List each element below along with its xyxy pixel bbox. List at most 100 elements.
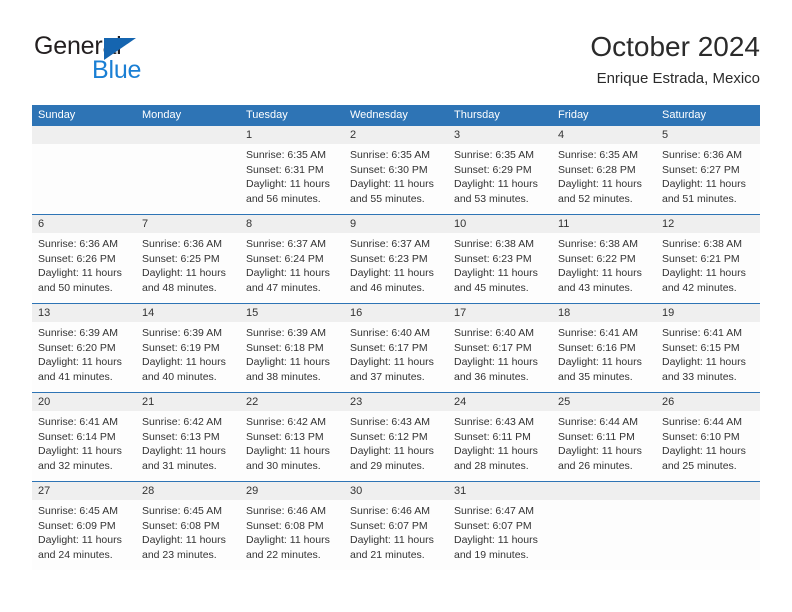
day-cell[interactable]: 3 Sunrise: 6:35 AM Sunset: 6:29 PM Dayli… <box>448 126 552 214</box>
sunrise-text: Sunrise: 6:41 AM <box>558 327 638 339</box>
daylight-text-line1: Daylight: 11 hours <box>454 356 538 369</box>
weekday-header-saturday: Saturday <box>662 109 707 121</box>
day-number: 12 <box>656 215 760 233</box>
sunrise-text: Sunrise: 6:41 AM <box>662 327 742 339</box>
sunset-text: Sunset: 6:08 PM <box>142 519 220 532</box>
day-cell[interactable]: 15 Sunrise: 6:39 AM Sunset: 6:18 PM Dayl… <box>240 304 344 392</box>
weekday-header-thursday: Thursday <box>454 109 500 121</box>
day-cell[interactable]: 30 Sunrise: 6:46 AM Sunset: 6:07 PM Dayl… <box>344 482 448 570</box>
day-number: 25 <box>552 393 656 411</box>
day-cell[interactable]: 14 Sunrise: 6:39 AM Sunset: 6:19 PM Dayl… <box>136 304 240 392</box>
sunrise-text: Sunrise: 6:38 AM <box>662 238 742 250</box>
day-info: Sunrise: 6:42 AM Sunset: 6:13 PM Dayligh… <box>136 411 240 473</box>
day-number: 3 <box>448 126 552 144</box>
day-cell[interactable]: 5 Sunrise: 6:36 AM Sunset: 6:27 PM Dayli… <box>656 126 760 214</box>
day-cell[interactable]: 16 Sunrise: 6:40 AM Sunset: 6:17 PM Dayl… <box>344 304 448 392</box>
sunset-text: Sunset: 6:11 PM <box>454 430 531 443</box>
sunset-text: Sunset: 6:23 PM <box>454 252 532 265</box>
day-cell[interactable]: 27 Sunrise: 6:45 AM Sunset: 6:09 PM Dayl… <box>32 482 136 570</box>
day-info: Sunrise: 6:46 AM Sunset: 6:07 PM Dayligh… <box>344 500 448 562</box>
day-cell[interactable] <box>552 482 656 570</box>
daylight-text-line1: Daylight: 11 hours <box>38 356 122 369</box>
day-info: Sunrise: 6:42 AM Sunset: 6:13 PM Dayligh… <box>240 411 344 473</box>
daylight-text-line1: Daylight: 11 hours <box>454 267 538 280</box>
day-info: Sunrise: 6:45 AM Sunset: 6:09 PM Dayligh… <box>32 500 136 562</box>
day-cell[interactable]: 20 Sunrise: 6:41 AM Sunset: 6:14 PM Dayl… <box>32 393 136 481</box>
day-info: Sunrise: 6:36 AM Sunset: 6:25 PM Dayligh… <box>136 233 240 295</box>
day-cell[interactable]: 17 Sunrise: 6:40 AM Sunset: 6:17 PM Dayl… <box>448 304 552 392</box>
day-number: 22 <box>240 393 344 411</box>
day-number: 16 <box>344 304 448 322</box>
day-cell[interactable]: 31 Sunrise: 6:47 AM Sunset: 6:07 PM Dayl… <box>448 482 552 570</box>
weekday-header-tuesday: Tuesday <box>246 109 288 121</box>
day-cell[interactable]: 28 Sunrise: 6:45 AM Sunset: 6:08 PM Dayl… <box>136 482 240 570</box>
day-number: 29 <box>240 482 344 500</box>
sunrise-text: Sunrise: 6:43 AM <box>454 416 534 428</box>
calendar-page: General Blue October 2024 Enrique Estrad… <box>0 0 792 612</box>
sunset-text: Sunset: 6:08 PM <box>246 519 324 532</box>
sunset-text: Sunset: 6:17 PM <box>350 341 428 354</box>
daylight-text-line1: Daylight: 11 hours <box>246 356 330 369</box>
day-number: 13 <box>32 304 136 322</box>
day-cell[interactable]: 4 Sunrise: 6:35 AM Sunset: 6:28 PM Dayli… <box>552 126 656 214</box>
sunrise-text: Sunrise: 6:41 AM <box>38 416 118 428</box>
week-row: 6 Sunrise: 6:36 AM Sunset: 6:26 PM Dayli… <box>32 214 760 303</box>
day-cell[interactable]: 13 Sunrise: 6:39 AM Sunset: 6:20 PM Dayl… <box>32 304 136 392</box>
day-number: 23 <box>344 393 448 411</box>
day-cell[interactable]: 8 Sunrise: 6:37 AM Sunset: 6:24 PM Dayli… <box>240 215 344 303</box>
day-cell[interactable]: 26 Sunrise: 6:44 AM Sunset: 6:10 PM Dayl… <box>656 393 760 481</box>
day-number: 6 <box>32 215 136 233</box>
general-blue-logo[interactable]: General Blue <box>32 32 262 94</box>
day-cell[interactable]: 9 Sunrise: 6:37 AM Sunset: 6:23 PM Dayli… <box>344 215 448 303</box>
daylight-text-line2: and 38 minutes. <box>246 370 321 383</box>
day-cell[interactable]: 19 Sunrise: 6:41 AM Sunset: 6:15 PM Dayl… <box>656 304 760 392</box>
daylight-text-line1: Daylight: 11 hours <box>662 178 746 191</box>
day-number <box>136 126 240 144</box>
day-cell[interactable]: 6 Sunrise: 6:36 AM Sunset: 6:26 PM Dayli… <box>32 215 136 303</box>
day-cell[interactable] <box>136 126 240 214</box>
daylight-text-line2: and 23 minutes. <box>142 548 217 561</box>
day-cell[interactable] <box>32 126 136 214</box>
day-cell[interactable]: 11 Sunrise: 6:38 AM Sunset: 6:22 PM Dayl… <box>552 215 656 303</box>
sunrise-text: Sunrise: 6:37 AM <box>350 238 430 250</box>
sunset-text: Sunset: 6:20 PM <box>38 341 116 354</box>
day-cell[interactable]: 23 Sunrise: 6:43 AM Sunset: 6:12 PM Dayl… <box>344 393 448 481</box>
day-number: 7 <box>136 215 240 233</box>
daylight-text-line1: Daylight: 11 hours <box>350 445 434 458</box>
page-header: General Blue October 2024 Enrique Estrad… <box>32 30 760 98</box>
day-cell[interactable]: 2 Sunrise: 6:35 AM Sunset: 6:30 PM Dayli… <box>344 126 448 214</box>
sunrise-text: Sunrise: 6:46 AM <box>246 505 326 517</box>
day-cell[interactable]: 29 Sunrise: 6:46 AM Sunset: 6:08 PM Dayl… <box>240 482 344 570</box>
day-info: Sunrise: 6:36 AM Sunset: 6:26 PM Dayligh… <box>32 233 136 295</box>
day-cell[interactable]: 7 Sunrise: 6:36 AM Sunset: 6:25 PM Dayli… <box>136 215 240 303</box>
day-cell[interactable] <box>656 482 760 570</box>
day-info: Sunrise: 6:37 AM Sunset: 6:23 PM Dayligh… <box>344 233 448 295</box>
daylight-text-line2: and 19 minutes. <box>454 548 529 561</box>
day-cell[interactable]: 25 Sunrise: 6:44 AM Sunset: 6:11 PM Dayl… <box>552 393 656 481</box>
daylight-text-line1: Daylight: 11 hours <box>454 445 538 458</box>
day-cell[interactable]: 1 Sunrise: 6:35 AM Sunset: 6:31 PM Dayli… <box>240 126 344 214</box>
sunrise-text: Sunrise: 6:40 AM <box>350 327 430 339</box>
daylight-text-line2: and 25 minutes. <box>662 459 737 472</box>
sunset-text: Sunset: 6:26 PM <box>38 252 116 265</box>
day-number: 10 <box>448 215 552 233</box>
day-cell[interactable]: 12 Sunrise: 6:38 AM Sunset: 6:21 PM Dayl… <box>656 215 760 303</box>
day-number <box>656 482 760 500</box>
sunset-text: Sunset: 6:27 PM <box>662 163 740 176</box>
daylight-text-line1: Daylight: 11 hours <box>350 356 434 369</box>
daylight-text-line2: and 41 minutes. <box>38 370 113 383</box>
daylight-text-line2: and 40 minutes. <box>142 370 217 383</box>
day-number: 31 <box>448 482 552 500</box>
day-cell[interactable]: 18 Sunrise: 6:41 AM Sunset: 6:16 PM Dayl… <box>552 304 656 392</box>
day-info: Sunrise: 6:44 AM Sunset: 6:11 PM Dayligh… <box>552 411 656 473</box>
sunset-text: Sunset: 6:14 PM <box>38 430 116 443</box>
daylight-text-line2: and 26 minutes. <box>558 459 633 472</box>
day-cell[interactable]: 24 Sunrise: 6:43 AM Sunset: 6:11 PM Dayl… <box>448 393 552 481</box>
sunrise-text: Sunrise: 6:45 AM <box>142 505 222 517</box>
sunrise-text: Sunrise: 6:39 AM <box>142 327 222 339</box>
daylight-text-line1: Daylight: 11 hours <box>662 267 746 280</box>
day-info: Sunrise: 6:36 AM Sunset: 6:27 PM Dayligh… <box>656 144 760 206</box>
day-cell[interactable]: 10 Sunrise: 6:38 AM Sunset: 6:23 PM Dayl… <box>448 215 552 303</box>
day-cell[interactable]: 21 Sunrise: 6:42 AM Sunset: 6:13 PM Dayl… <box>136 393 240 481</box>
day-cell[interactable]: 22 Sunrise: 6:42 AM Sunset: 6:13 PM Dayl… <box>240 393 344 481</box>
